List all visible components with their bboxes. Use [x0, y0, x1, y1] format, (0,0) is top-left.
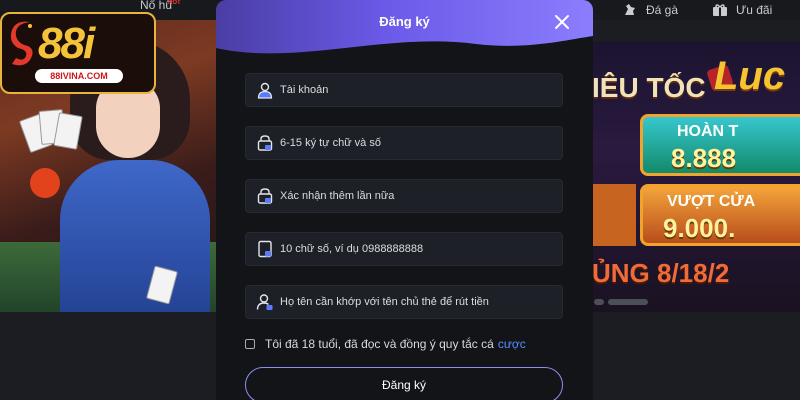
username-input[interactable] — [280, 74, 555, 106]
nav-item-uu-dai[interactable]: Ưu đãi — [712, 0, 772, 20]
fullname-input[interactable] — [280, 286, 555, 318]
username-field — [245, 73, 563, 107]
phone-input[interactable] — [280, 233, 555, 265]
phone-icon — [258, 240, 272, 258]
panel-label: VƯỢT CỬA — [667, 193, 756, 210]
terms-text: Tôi đã 18 tuổi, đã đọc và đồng ý quy tắc… — [265, 337, 494, 351]
panel-value: 8.888 — [671, 143, 737, 173]
confirm-password-input[interactable] — [280, 180, 555, 212]
nav-uu-dai-label: Ưu đãi — [736, 3, 773, 17]
user-icon — [257, 82, 273, 99]
logo-text: 88i — [38, 19, 95, 68]
promo-title: IÊU TỐC — [592, 72, 706, 103]
register-button[interactable]: Đăng ký — [245, 367, 563, 400]
gift-icon — [713, 4, 727, 16]
promo-strip — [592, 184, 636, 246]
lock-icon — [257, 135, 273, 151]
panel-label: HOÀN T — [677, 123, 739, 140]
password-field — [245, 126, 563, 160]
terms-checkbox[interactable] — [245, 339, 255, 349]
nav-item-da-ga[interactable]: Đá gà — [622, 0, 678, 20]
terms-link[interactable]: cược — [498, 337, 526, 351]
promo-brand: Luc — [714, 54, 786, 98]
promo-date: ỦNG 8/18/2 — [592, 258, 730, 288]
close-icon[interactable] — [551, 11, 573, 33]
promo-banner-right: IÊU TỐC Luc HOÀN T 8.888 VƯỢT CỬA 9.000.… — [592, 42, 800, 312]
nav-da-ga-label: Đá gà — [646, 3, 679, 17]
promo-panel-refund: HOÀN T 8.888 — [640, 114, 800, 176]
logo-url: 88IVINA.COM — [35, 69, 123, 83]
password-input[interactable] — [280, 127, 555, 159]
fullname-field — [245, 285, 563, 319]
red-ball — [30, 168, 60, 198]
terms-agreement: Tôi đã 18 tuổi, đã đọc và đồng ý quy tắc… — [245, 336, 575, 352]
carousel-dot-active[interactable] — [608, 299, 648, 305]
panel-value: 9.000. — [663, 213, 736, 243]
phone-field — [245, 232, 563, 266]
lock-icon — [257, 188, 273, 204]
register-modal: Đăng ký Tài khoản 10 chữ số, ví dụ 09888… — [216, 0, 593, 400]
header-wave — [216, 36, 593, 62]
carousel-dot[interactable] — [594, 299, 604, 305]
user-add-icon — [256, 294, 273, 310]
confirm-password-field — [245, 179, 563, 213]
promo-panel-pass: VƯỢT CỬA 9.000. — [640, 184, 800, 246]
rooster-icon — [625, 4, 635, 15]
site-logo[interactable]: 88i 88IVINA.COM — [0, 12, 156, 94]
hot-badge: HOT — [168, 0, 181, 6]
modal-title: Đăng ký — [379, 14, 430, 29]
dragon-logo-icon — [10, 21, 33, 66]
character-dress — [60, 160, 210, 312]
